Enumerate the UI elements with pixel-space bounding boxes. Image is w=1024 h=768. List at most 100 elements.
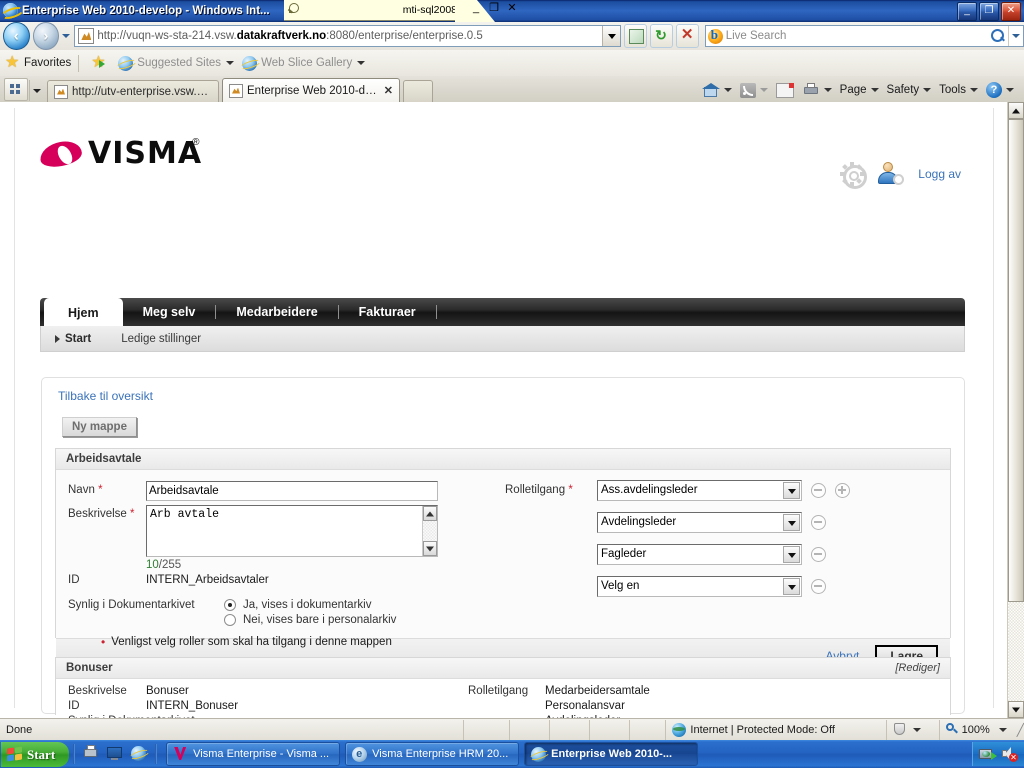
scroll-down-button[interactable] [423, 541, 437, 556]
page-menu[interactable]: Page [836, 80, 883, 100]
quick-tabs-button[interactable] [4, 78, 28, 101]
new-folder-button[interactable]: Ny mappe [62, 417, 137, 437]
zoom-control[interactable]: 100% [940, 720, 1013, 740]
search-provider-dropdown-icon[interactable] [1008, 26, 1023, 46]
scrollbar-thumb[interactable] [1008, 119, 1024, 602]
forward-button[interactable]: › [32, 22, 60, 50]
remove-role-button-2[interactable] [811, 515, 826, 530]
role-select-2-value[interactable]: Avdelingsleder [597, 512, 802, 533]
scroll-up-button[interactable] [1008, 102, 1024, 119]
settings-gear-icon[interactable] [840, 162, 868, 189]
inner-minimize-button[interactable]: _ [468, 1, 484, 16]
browser-tab-1[interactable]: http://utv-enterprise.vsw.d... [47, 80, 219, 102]
web-slice-gallery-label[interactable]: Web Slice Gallery [261, 57, 352, 69]
role-select-4-value[interactable]: Velg en [597, 576, 802, 597]
feeds-button[interactable] [736, 80, 772, 100]
address-dropdown-icon[interactable] [602, 26, 621, 46]
chevron-down-icon[interactable] [357, 61, 366, 65]
print-button[interactable] [798, 80, 836, 100]
tab-close-icon[interactable]: ✕ [378, 84, 393, 97]
taskbar-button-enterprise-web[interactable]: Enterprise Web 2010-... [524, 742, 699, 766]
page-favicon-icon [78, 28, 95, 44]
taskbar-button-visma-enterprise[interactable]: Visma Enterprise - Visma ... [166, 742, 341, 766]
compatibility-view-icon[interactable] [624, 24, 648, 48]
radio-nei-vises-bare-i-personalarkiv[interactable] [224, 614, 236, 626]
tools-menu[interactable]: Tools [935, 80, 982, 100]
subnav-link-ledige-stillinger[interactable]: Ledige stillinger [121, 333, 201, 345]
radio-nei-label[interactable]: Nei, vises bare i personalarkiv [243, 614, 396, 626]
role-select-1-value[interactable]: Ass.avdelingsleder [597, 480, 802, 501]
scroll-up-button[interactable] [423, 506, 437, 521]
breadcrumb-start[interactable]: Start [55, 333, 91, 345]
role-select-4[interactable]: Velg en [597, 576, 802, 597]
minimize-button[interactable]: _ [957, 2, 977, 21]
page-scrollbar[interactable] [1007, 102, 1024, 718]
chevron-down-icon[interactable] [226, 61, 235, 65]
chevron-down-icon[interactable] [783, 482, 800, 499]
beskrivelse-textarea[interactable]: Arb avtale [146, 505, 438, 557]
chevron-down-icon[interactable] [783, 514, 800, 531]
divider [155, 744, 158, 764]
chevron-down-icon[interactable] [912, 727, 921, 732]
add-role-button[interactable] [835, 483, 850, 498]
radio-ja-vises-i-dokumentarkiv[interactable] [224, 599, 236, 611]
back-to-overview-link[interactable]: Tilbake til oversikt [58, 389, 153, 403]
textarea-scrollbar[interactable] [422, 506, 437, 556]
favorites-label[interactable]: Favorites [24, 57, 71, 69]
scroll-down-button[interactable] [1008, 701, 1024, 718]
chevron-down-icon[interactable] [783, 578, 800, 595]
edit-link[interactable]: [Rediger] [895, 662, 940, 674]
favorites-star-icon[interactable] [5, 52, 21, 72]
remove-role-button-3[interactable] [811, 547, 826, 562]
network-icon[interactable] [979, 746, 997, 762]
chevron-down-icon[interactable] [998, 727, 1007, 732]
search-go-icon[interactable] [986, 26, 1008, 46]
remove-role-button-1[interactable] [811, 483, 826, 498]
refresh-icon[interactable]: ↻ [650, 24, 673, 48]
start-button[interactable]: Start [1, 742, 70, 767]
help-menu[interactable]: ? [982, 80, 1018, 100]
suggested-sites-label[interactable]: Suggested Sites [137, 57, 221, 69]
tab-fakturaer[interactable]: Fakturaer [339, 298, 436, 326]
stop-icon[interactable]: ✕ [675, 24, 699, 48]
read-mail-button[interactable] [772, 80, 798, 100]
quick-launch-show-desktop-icon[interactable] [106, 745, 124, 763]
internet-explorer-icon [3, 3, 19, 19]
add-to-favorites-bar-icon[interactable] [91, 52, 107, 72]
home-button[interactable] [699, 80, 736, 100]
navn-input[interactable]: Arbeidsavtale [146, 481, 438, 501]
taskbar-button-visma-enterprise-hrm[interactable]: e Visma Enterprise HRM 20... [345, 742, 520, 766]
new-tab-button[interactable] [403, 80, 433, 102]
tab-medarbeidere[interactable]: Medarbeidere [216, 298, 337, 326]
role-select-3[interactable]: Fagleder [597, 544, 802, 565]
tab-meg-selv[interactable]: Meg selv [123, 298, 216, 326]
address-input[interactable]: http://vuqn-ws-sta-214.vsw.datakraftverk… [74, 25, 622, 47]
volume-muted-icon[interactable]: ✕ [1001, 746, 1018, 762]
remove-role-button-4[interactable] [811, 579, 826, 594]
server-name-notch: mti-sql2008 [284, 0, 462, 21]
scrollbar-track[interactable] [1008, 119, 1024, 701]
role-select-3-value[interactable]: Fagleder [597, 544, 802, 565]
chevron-down-icon[interactable] [783, 546, 800, 563]
back-button[interactable]: ‹ [3, 22, 30, 50]
radio-ja-label[interactable]: Ja, vises i dokumentarkiv [243, 599, 371, 611]
tab-hjem[interactable]: Hjem [44, 299, 123, 326]
safety-menu[interactable]: Safety [883, 80, 936, 100]
inner-close-button[interactable]: ✕ [504, 1, 520, 16]
logout-link[interactable]: Logg av [918, 167, 961, 181]
quick-launch-printer-icon[interactable] [82, 745, 100, 763]
close-button[interactable]: ✕ [1001, 2, 1021, 21]
quick-launch-internet-explorer-icon[interactable] [128, 745, 151, 763]
resize-grip[interactable]: ╱ [1017, 723, 1024, 737]
security-zone[interactable]: Internet | Protected Mode: Off [666, 719, 887, 740]
user-settings-icon[interactable] [878, 162, 905, 186]
inner-restore-button[interactable]: ❐ [486, 1, 502, 16]
history-dropdown-icon[interactable] [59, 23, 72, 49]
restore-button[interactable]: ❐ [979, 2, 999, 21]
role-select-1[interactable]: Ass.avdelingsleder [597, 480, 802, 501]
search-input[interactable]: Live Search [704, 25, 1024, 47]
protected-mode-indicator[interactable] [887, 719, 940, 740]
role-select-2[interactable]: Avdelingsleder [597, 512, 802, 533]
browser-tab-2[interactable]: Enterprise Web 2010-de... ✕ [222, 78, 400, 102]
tab-list-dropdown-icon[interactable] [29, 80, 44, 101]
